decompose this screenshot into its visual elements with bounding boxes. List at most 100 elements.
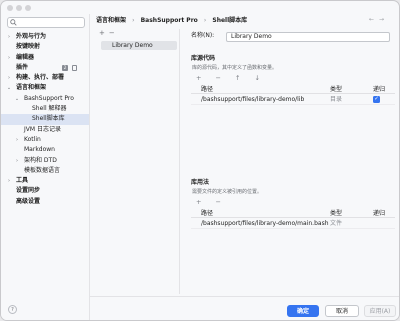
chevron-right-icon[interactable]: › (14, 156, 20, 166)
name-row: 名称(N): Library Demo (191, 29, 396, 42)
title-bar (1, 1, 399, 14)
recursive-checkbox[interactable]: ✓ (373, 96, 380, 103)
sidebar-item-label: 工具 (16, 177, 29, 185)
source-table: 路径 类型 递归 /bashsupport/files/library-demo… (191, 85, 395, 105)
sidebar-item-label: 架构和 DTD (24, 156, 57, 164)
settings-window: › 外观与行为按键映射 › 编辑器插件 2 › 构建、执行、部署 ⌄ 语言和框架 ⌄ BashSup… (0, 0, 400, 321)
close-window-button[interactable] (7, 5, 13, 11)
sidebar-item-label: 语言和框架 (16, 84, 47, 92)
breadcrumb: 语言和框架 › BashSupport Pro › Shell脚本库 (96, 16, 251, 26)
sidebar-item[interactable]: ⌄ 语言和框架 (1, 83, 89, 93)
breadcrumb-separator: › (132, 17, 135, 24)
chevron-right-icon[interactable]: › (6, 32, 12, 42)
column-header-path[interactable]: 路径 (201, 85, 213, 94)
table-header: 路径 类型 递归 (191, 209, 395, 218)
name-label: 名称(N): (191, 32, 215, 39)
table-row[interactable]: /bashsupport/files/library-demo/lib 目录 ✓ (191, 94, 395, 105)
usage-tools[interactable]: + − (196, 198, 227, 206)
sidebar-item[interactable]: 模板数据语言 (1, 166, 89, 176)
sidebar-item-label: BashSupport Pro (24, 94, 74, 102)
column-header-type[interactable]: 类型 (330, 85, 342, 94)
breadcrumb-item[interactable]: BashSupport Pro (141, 17, 198, 24)
sidebar-item[interactable]: Markdown (1, 145, 89, 155)
sidebar-item-label: Markdown (24, 146, 55, 154)
project-settings-icon (72, 64, 77, 71)
sidebar-item-label: JVM 日志记录 (24, 125, 61, 133)
sidebar-item-label: 插件 (16, 63, 29, 71)
search-icon (10, 19, 17, 26)
usage-section-title: 库用法 (191, 179, 210, 186)
remove-library-button[interactable]: − (109, 29, 119, 37)
list-toolbar: +− (96, 29, 179, 38)
dialog-footer: 确定 取消 应用(A) (90, 296, 399, 320)
apply-button[interactable]: 应用(A) (364, 305, 396, 317)
column-header-path[interactable]: 路径 (201, 209, 213, 218)
sidebar-item[interactable]: › 外观与行为 (1, 32, 89, 42)
column-header-type[interactable]: 类型 (330, 209, 342, 218)
cancel-button[interactable]: 取消 (325, 305, 359, 317)
chevron-right-icon[interactable]: › (6, 73, 12, 83)
help-button[interactable]: ? (8, 305, 17, 314)
sidebar-item[interactable]: › 编辑器 (1, 53, 89, 63)
table-header: 路径 类型 递归 (191, 85, 395, 94)
sidebar-item[interactable]: Shell脚本库 (1, 114, 89, 125)
name-field[interactable]: Library Demo (226, 32, 390, 42)
sidebar-item[interactable]: › 工具 (1, 176, 89, 186)
sidebar-item-label: 高级设置 (16, 197, 41, 205)
sidebar-item-label: 外观与行为 (16, 33, 47, 40)
update-count-badge: 2 (62, 64, 68, 71)
sidebar-item-label: Shell脚本库 (32, 115, 65, 123)
settings-search-input[interactable] (7, 17, 85, 28)
table-row[interactable]: /bashsupport/files/library-demo/main.bas… (191, 218, 395, 229)
sidebar-item[interactable]: ⌄ BashSupport Pro (1, 94, 89, 104)
usage-section-subtitle: 需要文件的定义被引用的位置。 (192, 189, 263, 195)
breadcrumb-item[interactable]: 语言和框架 (96, 17, 126, 24)
sidebar-item[interactable]: 按键映射 (1, 42, 89, 52)
sidebar-item-label: 按键映射 (16, 43, 41, 51)
type-cell: 目录 (330, 96, 343, 103)
settings-tree: › 外观与行为按键映射 › 编辑器插件 2 › 构建、执行、部署 ⌄ 语言和框架 ⌄ BashSup… (1, 32, 89, 207)
path-cell: /bashsupport/files/library-demo/main.bas… (201, 220, 329, 227)
sidebar-item-label: 构建、执行、部署 (16, 74, 65, 82)
sidebar-item[interactable]: › 构建、执行、部署 (1, 73, 89, 83)
library-list-item[interactable]: Library Demo (101, 41, 177, 50)
sidebar-item-label: 编辑器 (16, 53, 35, 61)
sidebar-item[interactable]: JVM 日志记录 (1, 125, 89, 135)
chevron-right-icon[interactable]: › (6, 53, 12, 63)
chevron-down-icon[interactable]: ⌄ (6, 83, 12, 93)
path-cell: /bashsupport/files/library-demo/lib (201, 96, 305, 103)
chevron-right-icon[interactable]: › (14, 135, 20, 145)
usage-table: 路径 类型 递归 /bashsupport/files/library-demo… (191, 209, 395, 229)
column-header-recursive[interactable]: 递归 (373, 85, 385, 94)
source-toolbar: + − ↑ ↓ (196, 74, 266, 82)
zoom-window-button[interactable] (25, 5, 31, 11)
chevron-right-icon[interactable]: › (6, 176, 12, 186)
chevron-down-icon[interactable]: ⌄ (14, 94, 20, 104)
sidebar-item-label: 设置同步 (16, 187, 41, 195)
ok-button[interactable]: 确定 (287, 305, 319, 317)
library-form: 名称(N): Library Demo 库源代码 库的源代码，其中定义了函数和变… (191, 29, 396, 294)
sidebar-item[interactable]: 插件 2 (1, 63, 89, 73)
settings-sidebar: › 外观与行为按键映射 › 编辑器插件 2 › 构建、执行、部署 ⌄ 语言和框架 ⌄ BashSup… (1, 14, 90, 320)
source-section-subtitle: 库的源代码，其中定义了函数和变量。 (192, 65, 278, 71)
back-arrow-icon[interactable]: ← (369, 16, 379, 23)
source-tools[interactable]: + − ↑ ↓ (196, 74, 266, 82)
sidebar-item-label: Shell 解释器 (32, 105, 67, 113)
sidebar-item[interactable]: › 架构和 DTD (1, 156, 89, 166)
minimize-window-button[interactable] (16, 5, 22, 11)
sidebar-item[interactable]: › Kotlin (1, 135, 89, 145)
sidebar-item[interactable]: Shell 解释器 (1, 104, 89, 114)
sidebar-item-label: 模板数据语言 (24, 166, 61, 174)
column-header-recursive[interactable]: 递归 (373, 209, 385, 218)
sidebar-item[interactable]: 设置同步 (1, 186, 89, 196)
usage-toolbar: + − (196, 198, 227, 206)
library-list-pane: +− Library Demo (96, 29, 180, 294)
sidebar-item[interactable]: 高级设置 (1, 197, 89, 207)
type-cell: 文件 (330, 220, 343, 227)
nav-arrows: ←→ (369, 16, 389, 23)
forward-arrow-icon[interactable]: → (379, 16, 389, 23)
breadcrumb-separator: › (203, 17, 207, 24)
sidebar-item-label: Kotlin (24, 135, 41, 143)
breadcrumb-item: Shell脚本库 (212, 17, 248, 24)
add-library-button[interactable]: + (99, 29, 109, 37)
